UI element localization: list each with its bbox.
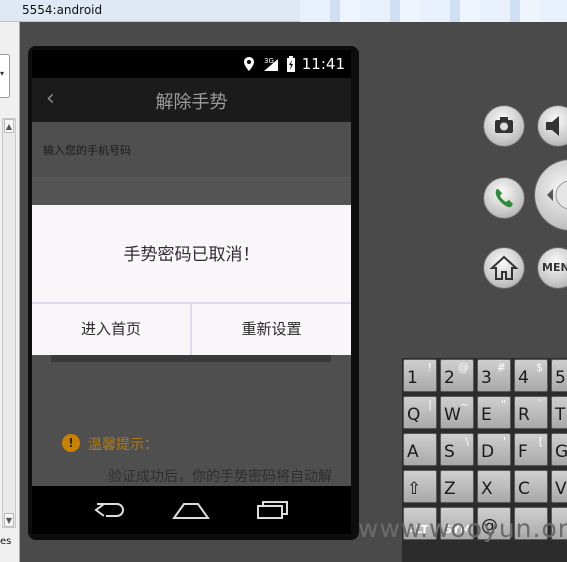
key-label: W	[444, 405, 461, 425]
warning-icon: !	[62, 434, 80, 452]
host-partial-text: es	[0, 536, 12, 547]
emulator-window-titlebar[interactable]: 5554:android	[0, 0, 567, 22]
key-e[interactable]: E "	[477, 396, 511, 429]
camera-icon[interactable]	[484, 106, 524, 146]
input-row-shadow	[32, 178, 351, 206]
dialog-message: 手势密码已取消！	[123, 245, 260, 265]
key-sub-label: ~	[459, 398, 469, 411]
key-label: E	[481, 405, 492, 425]
clock: 11:41	[301, 55, 345, 73]
phone-screen: 3G 11:41 ‹ 解除手势 输入您的手机号码 ! 温馨提示： 验证成功后，你…	[32, 50, 351, 534]
key-sub-label: !	[427, 361, 432, 374]
key-label: 5	[555, 368, 566, 388]
battery-icon	[284, 56, 298, 72]
key-3[interactable]: 3 #	[477, 359, 511, 392]
key-label: 1	[407, 368, 418, 388]
signal-3g-icon: 3G	[264, 56, 278, 72]
page-title: 解除手势	[155, 92, 228, 113]
enter-home-button[interactable]: 进入首页	[32, 304, 190, 355]
key-sub-label: #	[496, 361, 506, 374]
key-5[interactable]: 5	[551, 359, 567, 392]
chevron-down-icon: ▾	[0, 69, 5, 78]
key-label: S	[444, 442, 455, 462]
key-sub-label: "	[500, 398, 506, 411]
key-sub-label: $	[536, 361, 543, 374]
key-sub-label: `	[537, 398, 544, 411]
key-q[interactable]: Q |	[403, 396, 437, 429]
key-label: A	[407, 442, 419, 462]
key-s[interactable]: S \	[440, 433, 474, 466]
key-g[interactable]: G	[551, 433, 567, 466]
phone-number-field[interactable]: 输入您的手机号码	[32, 122, 351, 178]
key-w[interactable]: W ~	[440, 396, 474, 429]
call-icon[interactable]	[484, 178, 524, 218]
reset-button[interactable]: 重新设置	[192, 304, 351, 355]
key-label: 2	[444, 368, 455, 388]
key-v[interactable]: V	[551, 470, 567, 503]
menu-label: MENU	[542, 261, 567, 274]
key-label: V	[555, 479, 567, 499]
key-label: Z	[444, 479, 456, 499]
phone-number-label: 输入您的手机号码	[43, 144, 131, 157]
recents-icon[interactable]	[254, 496, 290, 524]
key-label: 4	[518, 368, 529, 388]
key-label: 3	[481, 368, 492, 388]
key-sub-label: |	[428, 398, 432, 411]
navigation-bar	[32, 486, 351, 534]
tips-title: 温馨提示：	[88, 437, 158, 453]
key-4[interactable]: 4 $	[514, 359, 548, 392]
key-x[interactable]: X	[477, 470, 511, 503]
host-dropdown[interactable]: ▾	[0, 54, 10, 98]
key-label: X	[481, 479, 493, 499]
key-label: ⇧	[407, 479, 422, 499]
key-c[interactable]: C	[514, 470, 548, 503]
key-sub-label: \	[465, 435, 469, 448]
key-label: C	[518, 479, 530, 499]
hardware-home-icon[interactable]	[484, 248, 524, 288]
volume-icon[interactable]	[538, 106, 567, 146]
key-sub-label: [	[538, 435, 543, 448]
key-a[interactable]: A	[403, 433, 437, 466]
tips-text: 验证成功后，你的手势密码将自动解	[108, 469, 332, 485]
status-bar: 3G 11:41	[32, 50, 351, 78]
dpad[interactable]	[535, 160, 567, 230]
scroll-up-icon[interactable]: ▲	[4, 119, 14, 133]
window-title: 5554:android	[22, 3, 103, 17]
app-bar: ‹ 解除手势	[32, 78, 351, 122]
key-label: T	[555, 405, 566, 425]
location-icon	[242, 56, 256, 72]
key-label: D	[481, 442, 495, 462]
alert-dialog: 手势密码已取消！ 进入首页 重新设置	[32, 205, 351, 355]
key-label: F	[518, 442, 528, 462]
back-icon[interactable]	[92, 496, 128, 524]
titlebar-glass	[300, 0, 567, 22]
host-scrollbar[interactable]: ▲ ▼	[2, 118, 16, 528]
scroll-down-icon[interactable]: ▼	[4, 513, 14, 527]
key-2[interactable]: 2 @	[440, 359, 474, 392]
key-d[interactable]: D '	[477, 433, 511, 466]
key-f[interactable]: F[	[514, 433, 548, 466]
key-t[interactable]: T	[551, 396, 567, 429]
screen: 5554:android ▾ ▲ ▼ es 3G 11:41 ‹ 解除手势 输入…	[0, 0, 567, 562]
key-label: R	[518, 405, 530, 425]
key-sub-label: '	[502, 435, 506, 448]
submit-button-behind	[51, 354, 331, 362]
key-sub-label: @	[458, 361, 469, 374]
key-⇧[interactable]: ⇧	[403, 470, 437, 503]
key-label: G	[555, 442, 567, 462]
watermark: www.wooyun.org	[358, 514, 567, 543]
key-1[interactable]: 1!	[403, 359, 437, 392]
home-icon[interactable]	[172, 496, 210, 524]
key-r[interactable]: R `	[514, 396, 548, 429]
key-label: Q	[407, 405, 421, 425]
key-z[interactable]: Z	[440, 470, 474, 503]
host-window-edge: ▾ ▲ ▼ es	[0, 22, 20, 562]
